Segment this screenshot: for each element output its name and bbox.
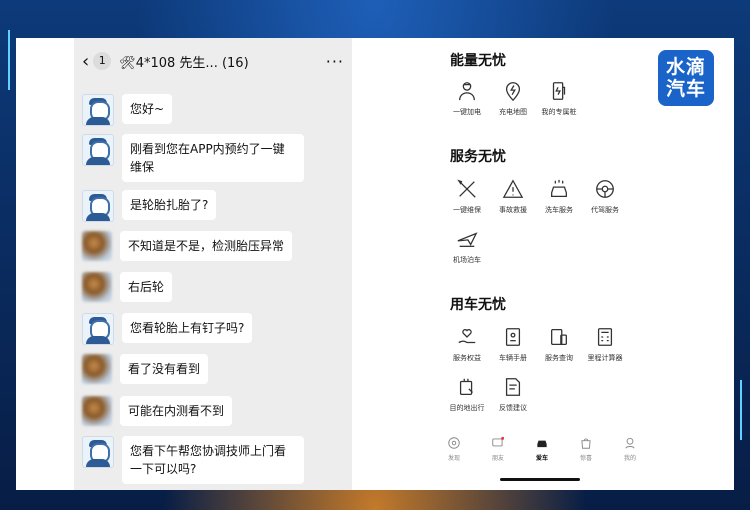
message-bubble: 是轮胎扎胎了? [122, 190, 217, 220]
agent-avatar[interactable] [82, 190, 114, 222]
car-icon [537, 440, 547, 448]
tab-my-car[interactable]: 爱车 [520, 436, 564, 476]
agent-avatar[interactable] [82, 436, 114, 468]
bottom-tab-bar: 发现 朋友 爱车 惊喜 我的 [432, 436, 652, 476]
message-bubble: 右后轮 [120, 272, 173, 302]
service-item[interactable]: 代驾服务 [582, 178, 628, 215]
tab-discover[interactable]: 发现 [432, 436, 476, 476]
customer-avatar[interactable] [82, 231, 112, 261]
tab-label: 惊喜 [579, 455, 592, 462]
service-item[interactable]: 我的专属桩 [536, 80, 582, 117]
car-wash-icon [548, 178, 570, 200]
tab-surprise[interactable]: 惊喜 [564, 436, 608, 476]
bag-icon [581, 438, 591, 449]
agent-avatar[interactable] [82, 313, 114, 345]
chat-message: 是轮胎扎胎了? [82, 190, 217, 222]
message-bubble: 可能在内测看不到 [120, 396, 233, 426]
frame-line-right [740, 380, 742, 440]
app-screen: 能量无忧 一键加电 充电地图 我的专属桩 服务无忧 一键维保 事故救援 洗车服务 [352, 38, 734, 490]
service-label: 里程计算器 [587, 354, 623, 362]
logo-line2: 汽车 [665, 78, 706, 100]
section-title-service: 服务无忧 [450, 149, 506, 165]
tab-label: 发现 [447, 455, 460, 462]
chat-icon [492, 436, 505, 447]
manual-icon [502, 326, 524, 348]
home-indicator [500, 478, 580, 481]
service-label: 代驾服务 [591, 206, 619, 214]
logo-line1: 水滴 [665, 56, 706, 78]
message-bubble: 看了没有看到 [120, 354, 209, 384]
person-icon [625, 437, 635, 449]
chat-message: 您好~ [82, 94, 173, 126]
chat-message: 您看下午帮您协调技师上门看一下可以吗? [82, 436, 304, 484]
customer-avatar[interactable] [82, 272, 112, 302]
more-icon[interactable]: ··· [326, 52, 344, 71]
destination-icon [456, 376, 478, 398]
section-title-usage: 用车无忧 [450, 297, 506, 313]
tab-label: 爱车 [535, 455, 548, 462]
chat-message: 看了没有看到 [82, 354, 209, 384]
service-item[interactable]: 反馈建议 [490, 376, 536, 413]
steering-wheel-icon [594, 178, 616, 200]
chat-title: 🛠4*108 先生... (16) [119, 55, 249, 71]
chat-message: 刚看到您在APP内预约了一键维保 [82, 134, 304, 182]
charger-icon [548, 80, 570, 102]
message-bubble: 您看轮胎上有钉子吗? [122, 313, 253, 343]
unread-badge: 1 [93, 52, 112, 70]
chat-header: ‹ 1 🛠4*108 先生... (16) ··· [74, 38, 352, 84]
chat-message: 右后轮 [82, 272, 173, 302]
chat-message: 可能在内测看不到 [82, 396, 233, 426]
calculator-icon [594, 326, 616, 348]
service-item[interactable]: 里程计算器 [582, 326, 628, 363]
message-bubble: 您好~ [122, 94, 173, 124]
agent-avatar[interactable] [82, 94, 114, 126]
tab-mine[interactable]: 我的 [608, 436, 652, 476]
tab-label: 我的 [623, 455, 636, 462]
warning-icon [502, 178, 524, 200]
service-label: 机场泊车 [453, 256, 481, 264]
service-label: 反馈建议 [499, 404, 527, 412]
chat-message: 不知道是不是，检测胎压异常 [82, 231, 293, 261]
section-title-energy: 能量无忧 [450, 53, 506, 69]
hand-heart-icon [456, 326, 478, 348]
compass-icon [448, 437, 460, 449]
chat-window: ‹ 1 🛠4*108 先生... (16) ··· 您好~ 刚看到您在APP内预… [74, 38, 352, 490]
message-bubble: 您看下午帮您协调技师上门看一下可以吗? [122, 436, 304, 484]
feedback-icon [502, 376, 524, 398]
chat-message: 您看轮胎上有钉子吗? [82, 313, 253, 345]
service-item[interactable]: 机场泊车 [444, 228, 490, 265]
message-bubble: 不知道是不是，检测胎压异常 [120, 231, 293, 261]
agent-avatar[interactable] [82, 134, 114, 166]
service-label: 我的专属桩 [541, 108, 577, 116]
tab-friends[interactable]: 朋友 [476, 436, 520, 476]
frame-line-left [8, 30, 10, 90]
worker-icon [456, 80, 478, 102]
map-pin-icon [502, 80, 524, 102]
tab-label: 朋友 [491, 455, 504, 462]
plane-icon [456, 228, 478, 250]
tools-icon [456, 178, 478, 200]
brand-logo: 水滴 汽车 [658, 50, 714, 106]
search-doc-icon [548, 326, 570, 348]
back-arrow-icon[interactable]: ‹ [82, 51, 89, 72]
content-panel: ‹ 1 🛠4*108 先生... (16) ··· 您好~ 刚看到您在APP内预… [16, 38, 734, 490]
customer-avatar[interactable] [82, 354, 112, 384]
customer-avatar[interactable] [82, 396, 112, 426]
message-bubble: 刚看到您在APP内预约了一键维保 [122, 134, 304, 182]
